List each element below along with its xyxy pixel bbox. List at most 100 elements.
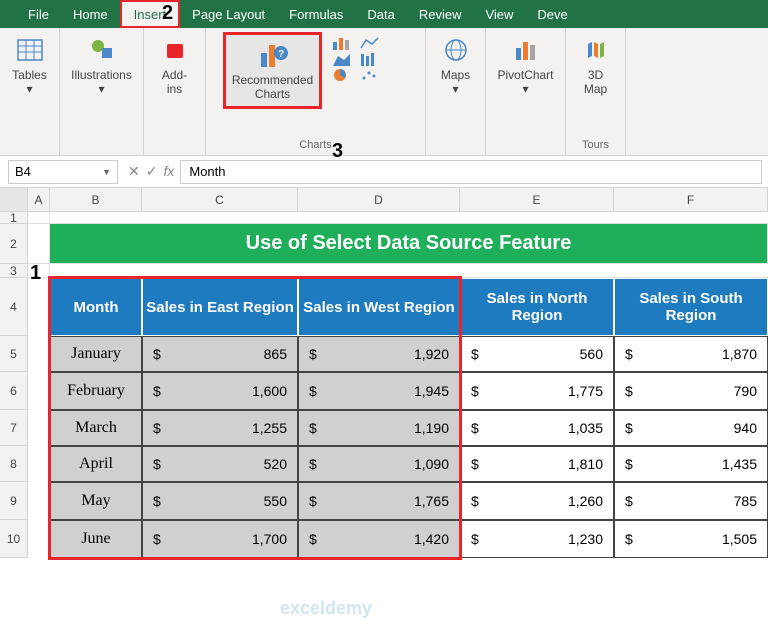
table-cell-month[interactable]: April: [50, 446, 142, 482]
row-header-9[interactable]: 9: [0, 482, 28, 520]
table-cell-month[interactable]: March: [50, 410, 142, 446]
maps-label: Maps▾: [441, 68, 470, 97]
bar-chart-icon[interactable]: [332, 36, 352, 50]
tab-home[interactable]: Home: [61, 0, 120, 28]
tab-file[interactable]: File: [16, 0, 61, 28]
row-header-6[interactable]: 6: [0, 372, 28, 410]
row-header-8[interactable]: 8: [0, 446, 28, 482]
table-cell-east[interactable]: $550: [142, 482, 298, 520]
table-cell-south[interactable]: $1,435: [614, 446, 768, 482]
tables-button[interactable]: Tables▾: [8, 32, 51, 99]
callout-2: 2: [162, 2, 173, 25]
tab-data[interactable]: Data: [355, 0, 406, 28]
table-cell-east[interactable]: $1,600: [142, 372, 298, 410]
3d-map-icon: [580, 34, 612, 66]
table-cell-north[interactable]: $1,260: [460, 482, 614, 520]
table-cell-west[interactable]: $1,420: [298, 520, 460, 558]
table-cell-west[interactable]: $1,190: [298, 410, 460, 446]
callout-3: 3: [332, 140, 343, 163]
table-cell-month[interactable]: January: [50, 336, 142, 372]
enter-icon[interactable]: ✓: [146, 163, 158, 180]
table-cell-month[interactable]: May: [50, 482, 142, 520]
tours-group-label: Tours: [582, 139, 609, 151]
stat-chart-icon[interactable]: [360, 52, 380, 66]
table-cell-west[interactable]: $1,765: [298, 482, 460, 520]
col-header-C[interactable]: C: [142, 188, 298, 211]
area-chart-icon[interactable]: [332, 52, 352, 66]
row-headers: 1 2 3 4 5 6 7 8 9 10: [0, 212, 28, 558]
table-header[interactable]: Sales in South Region: [614, 278, 768, 336]
col-header-F[interactable]: F: [614, 188, 768, 211]
chart-type-icons: [328, 32, 408, 86]
addins-button[interactable]: Add- ins: [155, 32, 195, 99]
table-cell-month[interactable]: February: [50, 372, 142, 410]
table-cell-month[interactable]: June: [50, 520, 142, 558]
table-cell-north[interactable]: $1,230: [460, 520, 614, 558]
tables-label: Tables▾: [12, 68, 47, 97]
col-header-E[interactable]: E: [460, 188, 614, 211]
table-header[interactable]: Sales in North Region: [460, 278, 614, 336]
illustrations-button[interactable]: Illustrations▾: [67, 32, 136, 99]
scatter-chart-icon[interactable]: [360, 68, 380, 82]
tables-icon: [14, 34, 46, 66]
table-cell-south[interactable]: $940: [614, 410, 768, 446]
formula-bar[interactable]: Month: [180, 160, 762, 184]
row-header-1[interactable]: 1: [0, 212, 28, 224]
table-cell-south[interactable]: $1,870: [614, 336, 768, 372]
table-cell-north[interactable]: $1,775: [460, 372, 614, 410]
col-header-D[interactable]: D: [298, 188, 460, 211]
table-cell-north[interactable]: $1,035: [460, 410, 614, 446]
row-header-3[interactable]: 3: [0, 264, 28, 278]
tab-formulas[interactable]: Formulas: [277, 0, 355, 28]
addins-icon: [159, 34, 191, 66]
table-cell-east[interactable]: $1,255: [142, 410, 298, 446]
recommended-charts-label: Recommended Charts: [232, 73, 313, 102]
line-chart-icon[interactable]: [360, 36, 380, 50]
recommended-charts-icon: ?: [257, 39, 289, 71]
worksheet: 1 2 3 4 5 6 7 8 9 10 Use of Select Data …: [0, 212, 768, 558]
name-box-dropdown-icon[interactable]: ▼: [102, 167, 111, 177]
table-cell-west[interactable]: $1,920: [298, 336, 460, 372]
name-box-value: B4: [15, 164, 31, 179]
charts-group-label: Charts: [299, 139, 331, 151]
name-box[interactable]: B4 ▼: [8, 160, 118, 184]
cancel-icon[interactable]: ✕: [128, 163, 140, 180]
table-cell-south[interactable]: $785: [614, 482, 768, 520]
recommended-charts-button[interactable]: ? Recommended Charts: [223, 32, 322, 109]
table-header[interactable]: Sales in East Region: [142, 278, 298, 336]
row-header-4[interactable]: 4: [0, 278, 28, 336]
maps-button[interactable]: Maps▾: [436, 32, 476, 99]
table-cell-east[interactable]: $1,700: [142, 520, 298, 558]
row-header-2[interactable]: 2: [0, 224, 28, 264]
tab-view[interactable]: View: [473, 0, 525, 28]
pivotchart-icon: [510, 34, 542, 66]
pie-chart-icon[interactable]: [332, 68, 352, 82]
tab-developer[interactable]: Deve: [525, 0, 579, 28]
tab-review[interactable]: Review: [407, 0, 474, 28]
table-cell-south[interactable]: $790: [614, 372, 768, 410]
table-header[interactable]: Month: [50, 278, 142, 336]
fx-icon[interactable]: fx: [163, 163, 174, 180]
col-header-B[interactable]: B: [50, 188, 142, 211]
row-header-10[interactable]: 10: [0, 520, 28, 558]
pivotchart-button[interactable]: PivotChart▾: [493, 32, 557, 99]
row-header-5[interactable]: 5: [0, 336, 28, 372]
row-header-7[interactable]: 7: [0, 410, 28, 446]
table-cell-south[interactable]: $1,505: [614, 520, 768, 558]
table-cell-east[interactable]: $865: [142, 336, 298, 372]
table-cell-north[interactable]: $1,810: [460, 446, 614, 482]
table-cell-north[interactable]: $560: [460, 336, 614, 372]
select-all-corner[interactable]: [0, 188, 28, 211]
cells-area[interactable]: Use of Select Data Source Feature MonthS…: [28, 212, 768, 558]
table-header[interactable]: Sales in West Region: [298, 278, 460, 336]
3d-map-button[interactable]: 3D Map: [576, 32, 616, 99]
col-header-A[interactable]: A: [28, 188, 50, 211]
table-cell-east[interactable]: $520: [142, 446, 298, 482]
pivotchart-label: PivotChart▾: [497, 68, 553, 97]
formula-bar-icons: ✕ ✓ fx: [128, 163, 174, 180]
formula-bar-row: B4 ▼ ✕ ✓ fx Month: [0, 156, 768, 188]
table-cell-west[interactable]: $1,945: [298, 372, 460, 410]
table-cell-west[interactable]: $1,090: [298, 446, 460, 482]
tab-page-layout[interactable]: Page Layout: [180, 0, 277, 28]
svg-text:?: ?: [277, 49, 283, 60]
